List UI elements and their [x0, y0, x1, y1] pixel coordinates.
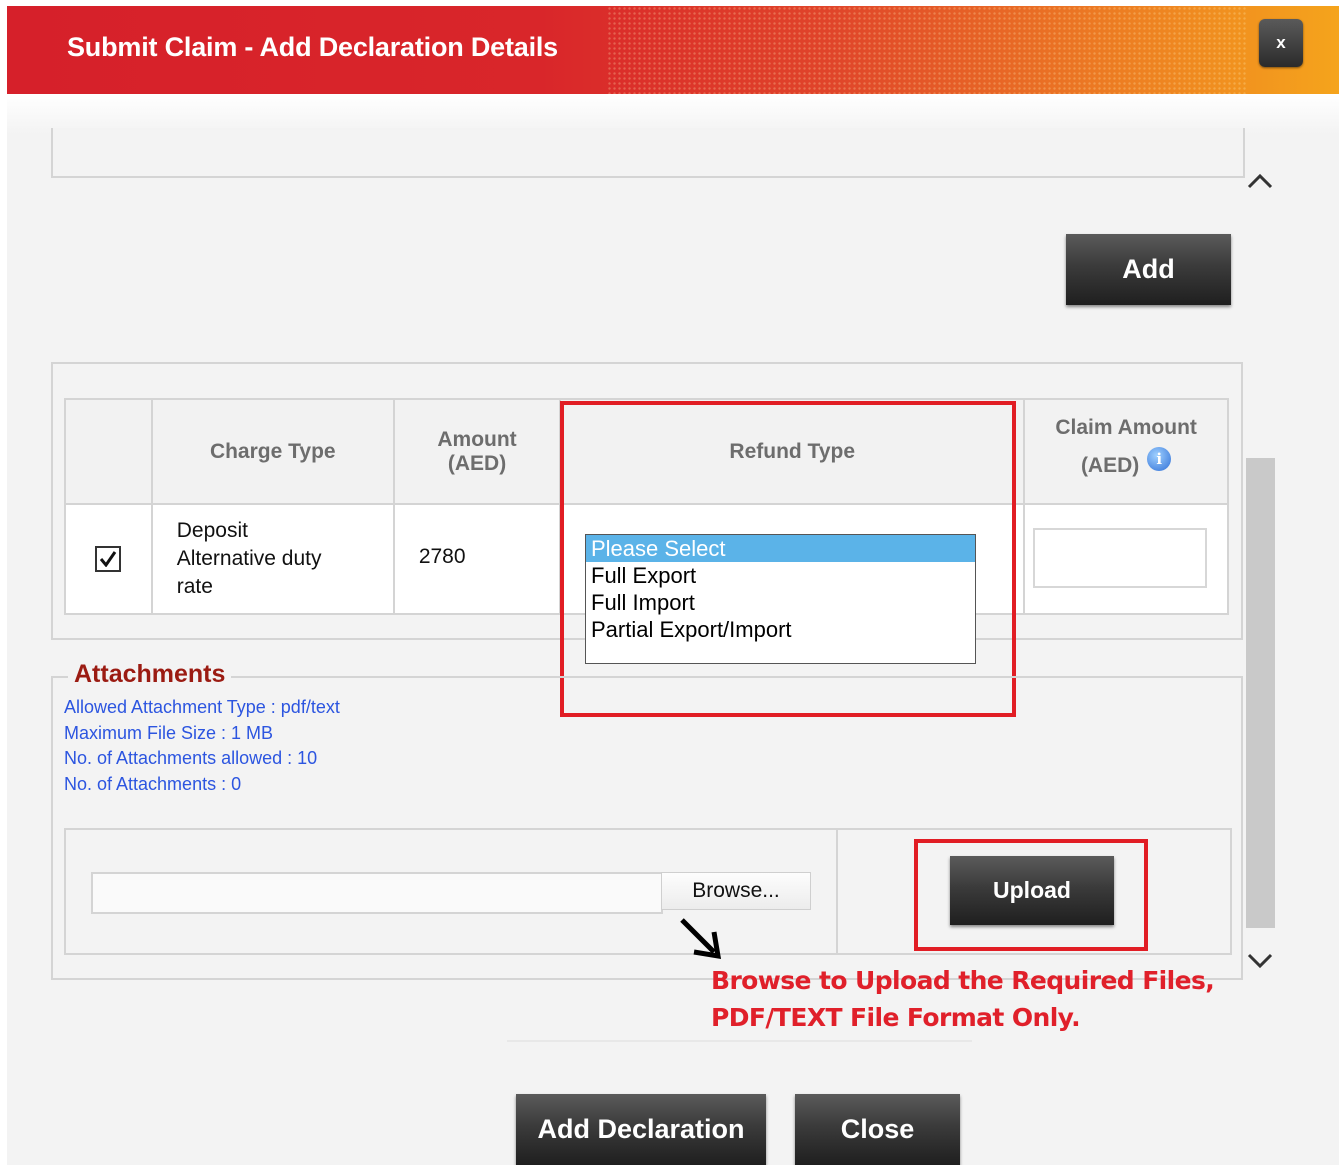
scroll-up-chevron-icon[interactable]: [1245, 166, 1275, 196]
world-map-pattern: [607, 6, 1247, 94]
dialog-title: Submit Claim - Add Declaration Details: [67, 32, 558, 62]
close-dialog-button[interactable]: x: [1259, 19, 1303, 67]
attachments-count-info: No. of Attachments : 0: [64, 774, 242, 794]
row-checkbox[interactable]: [95, 546, 122, 572]
dialog-header: Submit Claim - Add Declaration Details x: [7, 6, 1339, 94]
charge-type-line: rate: [176, 575, 213, 598]
close-button[interactable]: Close: [795, 1094, 960, 1165]
select-column-header: [64, 398, 153, 505]
charge-type-line: Alternative duty: [176, 547, 322, 570]
allowed-type-info: Allowed Attachment Type : pdf/text: [64, 697, 340, 717]
amount-header: Amount (AED): [392, 398, 562, 505]
charge-type-cell: Deposit Alternative duty rate: [150, 503, 395, 615]
annotation-line-1: Browse to Upload the Required Files,: [711, 966, 1215, 995]
amount-header-line2: (AED): [447, 451, 507, 475]
claim-header-line2: (AED): [1080, 453, 1140, 477]
info-icon[interactable]: i: [1147, 446, 1172, 471]
charge-type-line: Deposit: [176, 519, 248, 542]
add-button[interactable]: Add: [1066, 234, 1231, 305]
amount-header-line1: Amount: [437, 427, 517, 451]
upload-highlight-box: [914, 839, 1148, 951]
row-select-cell: [64, 503, 153, 615]
claim-amount-header: Claim Amount (AED) i: [1023, 398, 1229, 505]
add-declaration-button[interactable]: Add Declaration: [516, 1094, 766, 1165]
refund-type-highlight-box: [560, 401, 1016, 717]
upload-divider: [836, 830, 838, 953]
browse-button[interactable]: Browse...: [661, 872, 811, 910]
annotation-line-2: PDF/TEXT File Format Only.: [711, 1003, 1081, 1032]
claim-amount-input[interactable]: [1033, 528, 1207, 588]
checkmark-icon: [100, 551, 117, 567]
scroll-down-chevron-icon[interactable]: [1245, 946, 1275, 976]
footer-divider: [507, 1040, 972, 1042]
file-path-input[interactable]: [91, 872, 663, 914]
attachments-legend: Attachments: [68, 660, 232, 689]
charge-type-header: Charge Type: [150, 398, 395, 505]
attachments-allowed-info: No. of Attachments allowed : 10: [64, 748, 318, 768]
arrow-down-right-icon: [680, 918, 722, 960]
previous-section-box: [51, 128, 1245, 178]
max-file-size-info: Maximum File Size : 1 MB: [64, 723, 274, 743]
amount-cell: 2780: [392, 503, 562, 615]
claim-header-line1: Claim Amount: [1055, 415, 1197, 439]
claim-header-line2-wrap: (AED) i: [1025, 446, 1227, 478]
scrollbar-thumb[interactable]: [1246, 458, 1275, 928]
